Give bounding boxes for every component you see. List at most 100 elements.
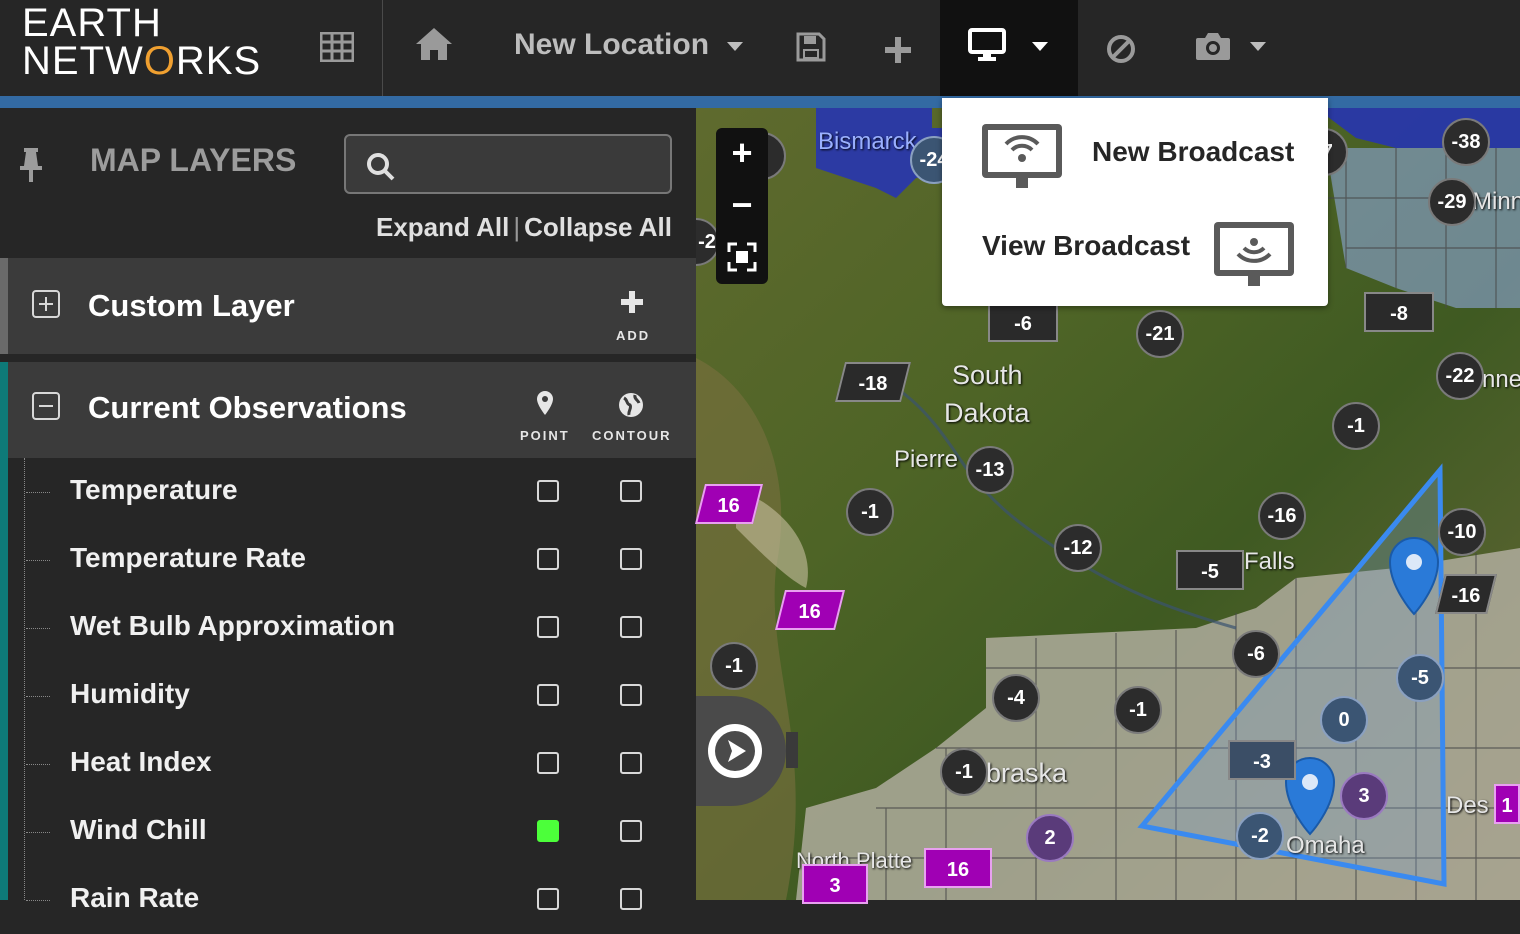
- compass-tab: [786, 732, 798, 768]
- observation-marker[interactable]: -22: [1436, 352, 1484, 400]
- observation-flag[interactable]: 3: [802, 864, 868, 904]
- view-broadcast-item[interactable]: View Broadcast: [942, 202, 1328, 302]
- observation-marker[interactable]: -1: [1332, 402, 1380, 450]
- observation-flag[interactable]: 1: [1494, 784, 1520, 824]
- city-label: nne: [1482, 366, 1520, 393]
- observation-marker[interactable]: -21: [1136, 310, 1184, 358]
- blocked-icon[interactable]: [1106, 30, 1136, 76]
- layer-row-wind-chill: Wind Chill: [0, 798, 696, 866]
- zoom-controls: + −: [716, 128, 768, 284]
- collapse-icon[interactable]: [32, 392, 60, 420]
- broadcast-button[interactable]: [940, 0, 1078, 96]
- observation-marker[interactable]: -1: [940, 748, 988, 796]
- observation-marker[interactable]: -1: [1114, 686, 1162, 734]
- layer-row-heat-index: Heat Index: [0, 730, 696, 798]
- plus-icon[interactable]: [884, 30, 912, 76]
- pin-icon[interactable]: [18, 146, 44, 187]
- grid-icon[interactable]: [319, 28, 355, 74]
- layer-search-input[interactable]: [344, 134, 672, 194]
- point-checkbox[interactable]: [537, 820, 559, 842]
- observation-marker[interactable]: -5: [1396, 654, 1444, 702]
- observation-marker[interactable]: 2: [1026, 814, 1074, 862]
- point-caption: POINT: [520, 428, 570, 443]
- map-layers-panel: MAP LAYERS Expand All | Collapse All Custo…: [0, 108, 696, 913]
- layer-label: Wind Chill: [70, 814, 207, 845]
- chevron-down-icon[interactable]: [1250, 42, 1266, 51]
- observation-marker[interactable]: -16: [1258, 492, 1306, 540]
- point-checkbox[interactable]: [537, 888, 559, 910]
- view-broadcast-label: View Broadcast: [982, 230, 1191, 261]
- expand-all-link[interactable]: Expand All: [376, 212, 509, 242]
- panel-header: MAP LAYERS Expand All | Collapse All: [0, 108, 696, 244]
- observation-flag[interactable]: -16: [1435, 574, 1497, 614]
- new-broadcast-item[interactable]: New Broadcast: [942, 98, 1328, 198]
- point-checkbox[interactable]: [537, 548, 559, 570]
- city-label: Bismarck: [818, 128, 917, 155]
- chevron-down-icon: [727, 41, 744, 51]
- search-icon: [367, 153, 395, 181]
- observation-flag[interactable]: -18: [835, 362, 911, 402]
- collapse-all-link[interactable]: Collapse All: [524, 212, 672, 242]
- observation-marker[interactable]: -29: [1428, 178, 1476, 226]
- layer-row-temperature-rate: Temperature Rate: [0, 526, 696, 594]
- observation-marker[interactable]: -10: [1438, 508, 1486, 556]
- point-checkbox[interactable]: [537, 616, 559, 638]
- observation-flag[interactable]: 16: [695, 484, 763, 524]
- observation-marker[interactable]: -4: [992, 674, 1040, 722]
- contour-checkbox[interactable]: [620, 548, 642, 570]
- expand-icon[interactable]: [32, 290, 60, 318]
- observation-flag[interactable]: -6: [988, 302, 1058, 342]
- broadcast-monitor-icon: [1214, 222, 1294, 286]
- contour-checkbox[interactable]: [620, 752, 642, 774]
- current-observations-label: Current Observations: [88, 390, 407, 425]
- tree-connector: [26, 832, 50, 833]
- add-layer-button[interactable]: ADD: [612, 286, 652, 346]
- current-observations-section[interactable]: Current Observations POINT CONTOUR: [0, 362, 696, 458]
- contour-checkbox[interactable]: [620, 820, 642, 842]
- zoom-in-button[interactable]: +: [716, 128, 768, 180]
- observation-flag[interactable]: 16: [775, 590, 845, 630]
- observation-flag[interactable]: 16: [924, 848, 992, 888]
- point-checkbox[interactable]: [537, 480, 559, 502]
- contour-checkbox[interactable]: [620, 480, 642, 502]
- contour-checkbox[interactable]: [620, 616, 642, 638]
- location-dropdown[interactable]: New Location: [514, 26, 744, 64]
- observation-marker[interactable]: 3: [1340, 772, 1388, 820]
- camera-icon[interactable]: [1194, 28, 1232, 74]
- contour-checkbox[interactable]: [620, 888, 642, 910]
- expand-collapse-links: Expand All | Collapse All: [376, 212, 672, 243]
- home-icon[interactable]: [414, 26, 454, 74]
- fullscreen-button[interactable]: [716, 232, 768, 284]
- observation-marker[interactable]: 0: [1320, 696, 1368, 744]
- layer-label: Humidity: [70, 678, 190, 709]
- tree-connector: [26, 900, 50, 901]
- tree-connector: [26, 764, 50, 765]
- save-icon[interactable]: [796, 28, 826, 74]
- custom-layer-section[interactable]: Custom Layer ADD: [0, 258, 696, 354]
- observation-marker[interactable]: -13: [966, 446, 1014, 494]
- state-label: South: [952, 360, 1023, 390]
- observation-marker[interactable]: -6: [1232, 630, 1280, 678]
- point-checkbox[interactable]: [537, 752, 559, 774]
- city-label: Pierre: [894, 446, 959, 473]
- layer-label: Heat Index: [70, 746, 212, 777]
- observation-marker[interactable]: -2: [1236, 812, 1284, 860]
- observation-marker[interactable]: -38: [1442, 118, 1490, 166]
- observation-marker[interactable]: -12: [1054, 524, 1102, 572]
- observation-flag[interactable]: -8: [1364, 292, 1434, 332]
- state-label: braska: [986, 758, 1068, 788]
- layer-row-rain-rate: Rain Rate: [0, 866, 696, 934]
- fullscreen-icon: [727, 242, 757, 272]
- city-label: Omaha: [1286, 832, 1365, 859]
- map-marker-icon: [537, 391, 553, 415]
- observation-marker[interactable]: -1: [710, 642, 758, 690]
- state-label: Dakota: [944, 398, 1030, 428]
- point-checkbox[interactable]: [537, 684, 559, 706]
- zoom-out-button[interactable]: −: [716, 180, 768, 232]
- observation-flag[interactable]: -5: [1176, 550, 1244, 590]
- observation-flag[interactable]: -3: [1228, 740, 1296, 780]
- earth-networks-logo[interactable]: EARTH NETWORKS: [22, 3, 261, 81]
- observation-marker[interactable]: -1: [846, 488, 894, 536]
- contour-checkbox[interactable]: [620, 684, 642, 706]
- layer-row-wet-bulb: Wet Bulb Approximation: [0, 594, 696, 662]
